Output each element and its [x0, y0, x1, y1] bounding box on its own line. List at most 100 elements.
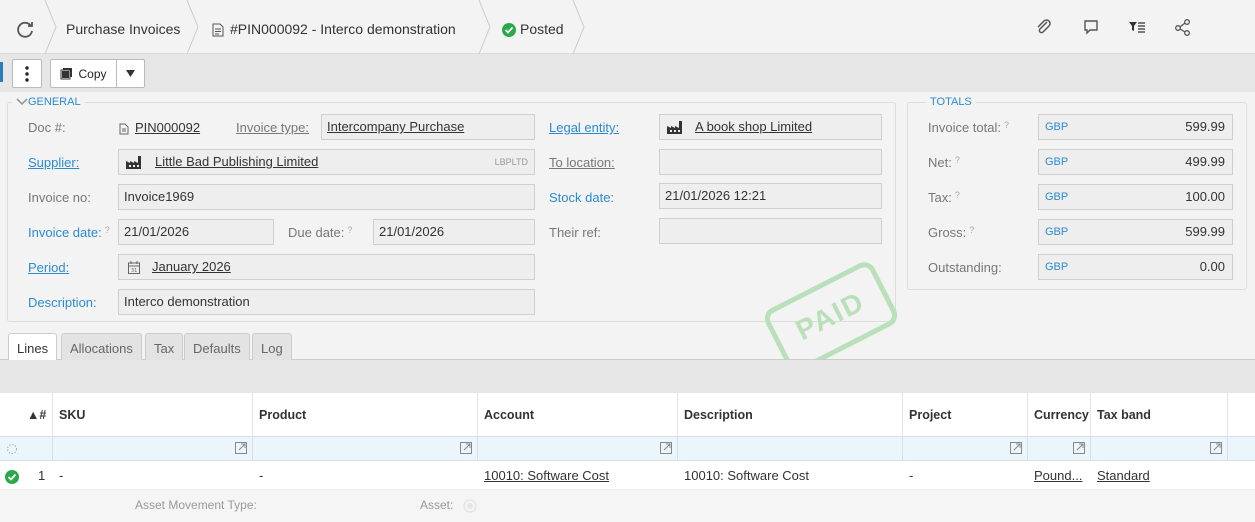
outstanding-label: Outstanding: — [928, 260, 1002, 275]
help-icon[interactable]: ? — [969, 225, 974, 235]
filter-tax-band[interactable] — [1091, 437, 1228, 461]
caret-down-icon — [126, 70, 135, 77]
row-valid-icon — [0, 461, 23, 490]
help-icon[interactable]: ? — [105, 225, 110, 235]
cell-currency[interactable]: Pound... — [1028, 461, 1091, 490]
panel-indicator — [0, 62, 3, 82]
check-circle-icon — [502, 23, 516, 38]
period-field[interactable]: 31 January 2026 — [118, 254, 535, 280]
net-field: GBP 499.99 — [1038, 149, 1233, 175]
supplier-field[interactable]: Little Bad Publishing Limited LBPLTD — [118, 149, 535, 175]
refresh-icon[interactable] — [14, 18, 36, 40]
tab-bar: Lines Allocations Tax Defaults Log — [0, 333, 1255, 361]
their-ref-label: Their ref: — [549, 225, 602, 240]
tab-allocations[interactable]: Allocations — [61, 333, 142, 360]
table-row[interactable]: 1 - - 10010: Software Cost 10010: Softwa… — [0, 461, 1255, 490]
grid-filter-row — [0, 437, 1255, 461]
column-header-project[interactable]: Project — [903, 393, 1028, 437]
comment-icon[interactable] — [1082, 18, 1102, 38]
help-icon[interactable]: ? — [955, 155, 960, 165]
description-field[interactable]: Interco demonstration — [118, 289, 535, 315]
copy-button[interactable]: Copy — [50, 59, 116, 88]
column-header-currency[interactable]: Currency — [1028, 393, 1091, 437]
invoice-type-field[interactable]: Intercompany Purchase — [321, 114, 535, 140]
popout-icon — [660, 442, 672, 454]
row-selector-header — [0, 393, 23, 437]
cell-product[interactable]: - — [253, 461, 478, 490]
column-header-number[interactable]: ▲# — [23, 393, 53, 437]
column-header-description[interactable]: Description — [678, 393, 903, 437]
stock-date-label: Stock date: — [549, 190, 615, 205]
filter-description[interactable] — [678, 437, 903, 461]
cell-tax-band[interactable]: Standard — [1091, 461, 1228, 490]
supplier-label[interactable]: Supplier: — [28, 155, 79, 170]
legal-entity-field[interactable]: A book shop Limited — [659, 114, 882, 140]
tab-tax[interactable]: Tax — [145, 333, 184, 360]
supplier-code: LBPLTD — [494, 157, 528, 167]
cell-account[interactable]: 10010: Software Cost — [478, 461, 678, 490]
asset-toggle-icon[interactable] — [463, 499, 477, 513]
filter-list-icon[interactable] — [1128, 18, 1148, 38]
doc-number-link[interactable]: PIN000092 — [119, 120, 200, 135]
column-header-tax-band[interactable]: Tax band — [1091, 393, 1228, 437]
invoice-no-field[interactable]: Invoice1969 — [118, 184, 535, 210]
filter-project[interactable] — [903, 437, 1028, 461]
share-icon[interactable] — [1174, 18, 1194, 38]
invoice-date-label: Invoice date:? — [28, 225, 110, 240]
gross-label: Gross:? — [928, 225, 975, 240]
filter-number[interactable] — [23, 437, 53, 461]
to-location-field[interactable] — [659, 149, 882, 175]
invoice-type-label: Invoice type: — [236, 120, 309, 135]
period-label[interactable]: Period: — [28, 260, 69, 275]
column-header-sku[interactable]: SKU — [53, 393, 253, 437]
help-icon[interactable]: ? — [347, 225, 352, 235]
general-legend[interactable]: GENERAL — [12, 96, 85, 108]
totals-legend: TOTALS — [926, 96, 976, 108]
asset-movement-type-label: Asset Movement Type: — [135, 498, 257, 512]
tab-defaults[interactable]: Defaults — [184, 333, 250, 360]
cell-sku[interactable]: - — [53, 461, 253, 490]
help-icon[interactable]: ? — [1004, 120, 1009, 130]
status-text: Posted — [520, 21, 564, 37]
breadcrumb-separator-icon — [186, 0, 199, 54]
to-location-label[interactable]: To location: — [549, 155, 615, 170]
tab-log[interactable]: Log — [252, 333, 292, 360]
toolbar: Copy — [0, 54, 1255, 92]
breadcrumb-purchase-invoices[interactable]: Purchase Invoices — [66, 0, 180, 54]
column-header-product[interactable]: Product — [253, 393, 478, 437]
invoice-total-label: Invoice total:? — [928, 120, 1010, 135]
page-header: Purchase Invoices #PIN000092 - Interco d… — [0, 0, 1255, 54]
filter-sku[interactable] — [53, 437, 253, 461]
row-detail: Asset Movement Type: Asset: — [0, 490, 1255, 522]
copy-dropdown-button[interactable] — [116, 59, 145, 88]
breadcrumb-document[interactable]: #PIN000092 - Interco demonstration — [212, 0, 456, 54]
filter-product[interactable] — [253, 437, 478, 461]
filter-spinner-icon — [0, 437, 23, 461]
copy-icon — [60, 68, 73, 80]
supplier-name[interactable]: Little Bad Publishing Limited — [155, 154, 318, 169]
filter-account[interactable] — [478, 437, 678, 461]
cell-description[interactable]: 10010: Software Cost — [678, 461, 903, 490]
help-icon[interactable]: ? — [955, 190, 960, 200]
invoice-date-field[interactable]: 21/01/2026 — [118, 219, 274, 245]
tab-lines[interactable]: Lines — [8, 333, 58, 361]
cell-project[interactable]: - — [903, 461, 1028, 490]
their-ref-field[interactable] — [659, 218, 882, 244]
breadcrumb-separator-icon — [44, 0, 57, 54]
document-title: #PIN000092 - Interco demonstration — [230, 21, 456, 37]
attachment-icon[interactable] — [1035, 18, 1055, 38]
filter-currency[interactable] — [1028, 437, 1091, 461]
more-actions-button[interactable] — [12, 59, 42, 88]
invoice-total-field: GBP 599.99 — [1038, 114, 1233, 140]
svg-text:31: 31 — [131, 268, 137, 274]
stock-date-field[interactable]: 21/01/2026 12:21 — [659, 183, 882, 209]
calendar-icon: 31 — [128, 261, 140, 275]
grid-toolbar — [0, 360, 1255, 393]
doc-number-label: Doc #: — [28, 120, 66, 135]
column-header-account[interactable]: Account — [478, 393, 678, 437]
popout-icon — [460, 442, 472, 454]
legal-entity-label[interactable]: Legal entity: — [549, 120, 619, 135]
outstanding-field: GBP 0.00 — [1038, 254, 1233, 280]
invoice-no-label: Invoice no: — [28, 190, 91, 205]
due-date-field[interactable]: 21/01/2026 — [373, 219, 535, 245]
